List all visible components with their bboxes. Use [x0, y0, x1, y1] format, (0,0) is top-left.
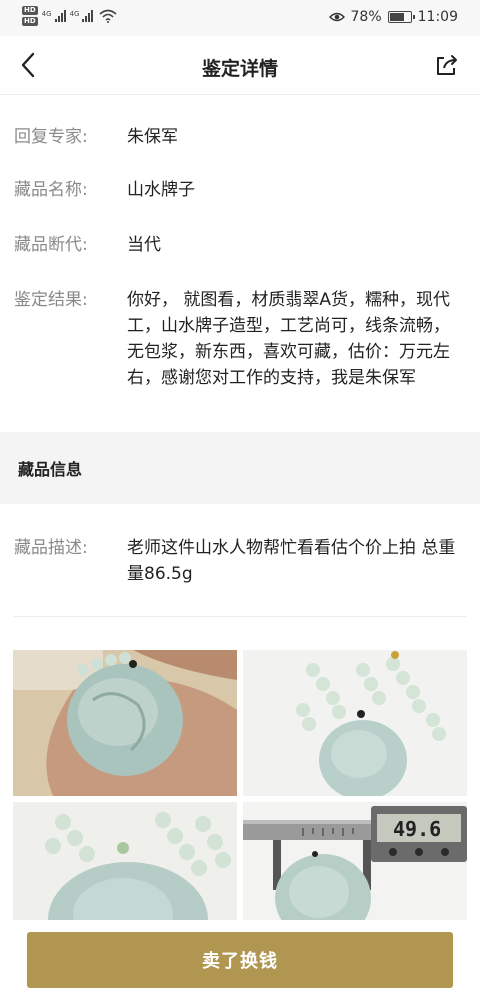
status-right: 78% 11:09: [328, 9, 458, 25]
item-name-label: 藏品名称:: [14, 180, 88, 200]
sell-button[interactable]: 卖了换钱: [27, 932, 453, 988]
signal-bars-icon: [54, 10, 66, 22]
page-title: 鉴定详情: [201, 58, 278, 80]
status-bar: HD HD 4G 4G 78% 11:09: [0, 0, 480, 36]
battery-percent: 78%: [350, 9, 382, 25]
description-value: 老师这件山水人物帮忙看看估个价上拍 总重量86.5g: [127, 538, 456, 584]
expert-label: 回复专家:: [14, 127, 88, 147]
item-name-value: 山水牌子: [127, 180, 195, 200]
bottom-bar: 卖了换钱: [0, 920, 480, 996]
signal-bars-icon: [82, 10, 94, 22]
collection-info-band: 藏品信息: [0, 432, 480, 504]
signal-2: 4G: [70, 10, 94, 22]
share-button[interactable]: [432, 50, 462, 80]
share-icon: [437, 55, 457, 75]
era-row: 藏品断代: 当代: [14, 232, 466, 258]
header-divider: [0, 94, 480, 95]
hd-badge-2: HD: [22, 17, 38, 26]
jade-pendant-with-beads-image: [243, 650, 467, 796]
photo-4[interactable]: 49.6: [243, 802, 467, 920]
clock: 11:09: [417, 9, 458, 25]
jade-pendant-in-hand-image: [13, 650, 237, 796]
eye-icon: [328, 12, 345, 22]
section-title: 藏品信息: [18, 460, 83, 479]
expert-value: 朱保军: [127, 127, 178, 147]
name-row: 藏品名称: 山水牌子: [14, 177, 466, 203]
status-left: HD HD 4G 4G: [22, 6, 117, 26]
caliper-measurement-image: 49.6: [243, 802, 467, 920]
hd-badge-1: HD: [22, 6, 38, 15]
description-divider: [14, 616, 466, 617]
signal-1: 4G: [42, 10, 66, 22]
photo-1[interactable]: [13, 650, 237, 796]
result-value: 你好， 就图看，材质翡翠A货，糯种，现代工，山水牌子造型，工艺尚可，线条流畅，无…: [127, 290, 451, 388]
caliper-reading: 49.6: [393, 817, 441, 841]
header: 鉴定详情: [0, 36, 480, 94]
era-label: 藏品断代:: [14, 235, 88, 255]
jade-beads-closeup-image: [13, 802, 237, 920]
expert-row: 回复专家: 朱保军: [14, 124, 466, 150]
era-value: 当代: [127, 235, 161, 255]
photo-3[interactable]: [13, 802, 237, 920]
photo-2[interactable]: [243, 650, 467, 796]
description-label: 藏品描述:: [14, 538, 88, 558]
wifi-icon: [99, 9, 117, 23]
description-row: 藏品描述: 老师这件山水人物帮忙看看估个价上拍 总重量86.5g: [14, 535, 466, 587]
result-label: 鉴定结果:: [14, 290, 88, 310]
result-row: 鉴定结果: 你好， 就图看，材质翡翠A货，糯种，现代工，山水牌子造型，工艺尚可，…: [14, 287, 466, 391]
battery-icon: [387, 11, 415, 23]
